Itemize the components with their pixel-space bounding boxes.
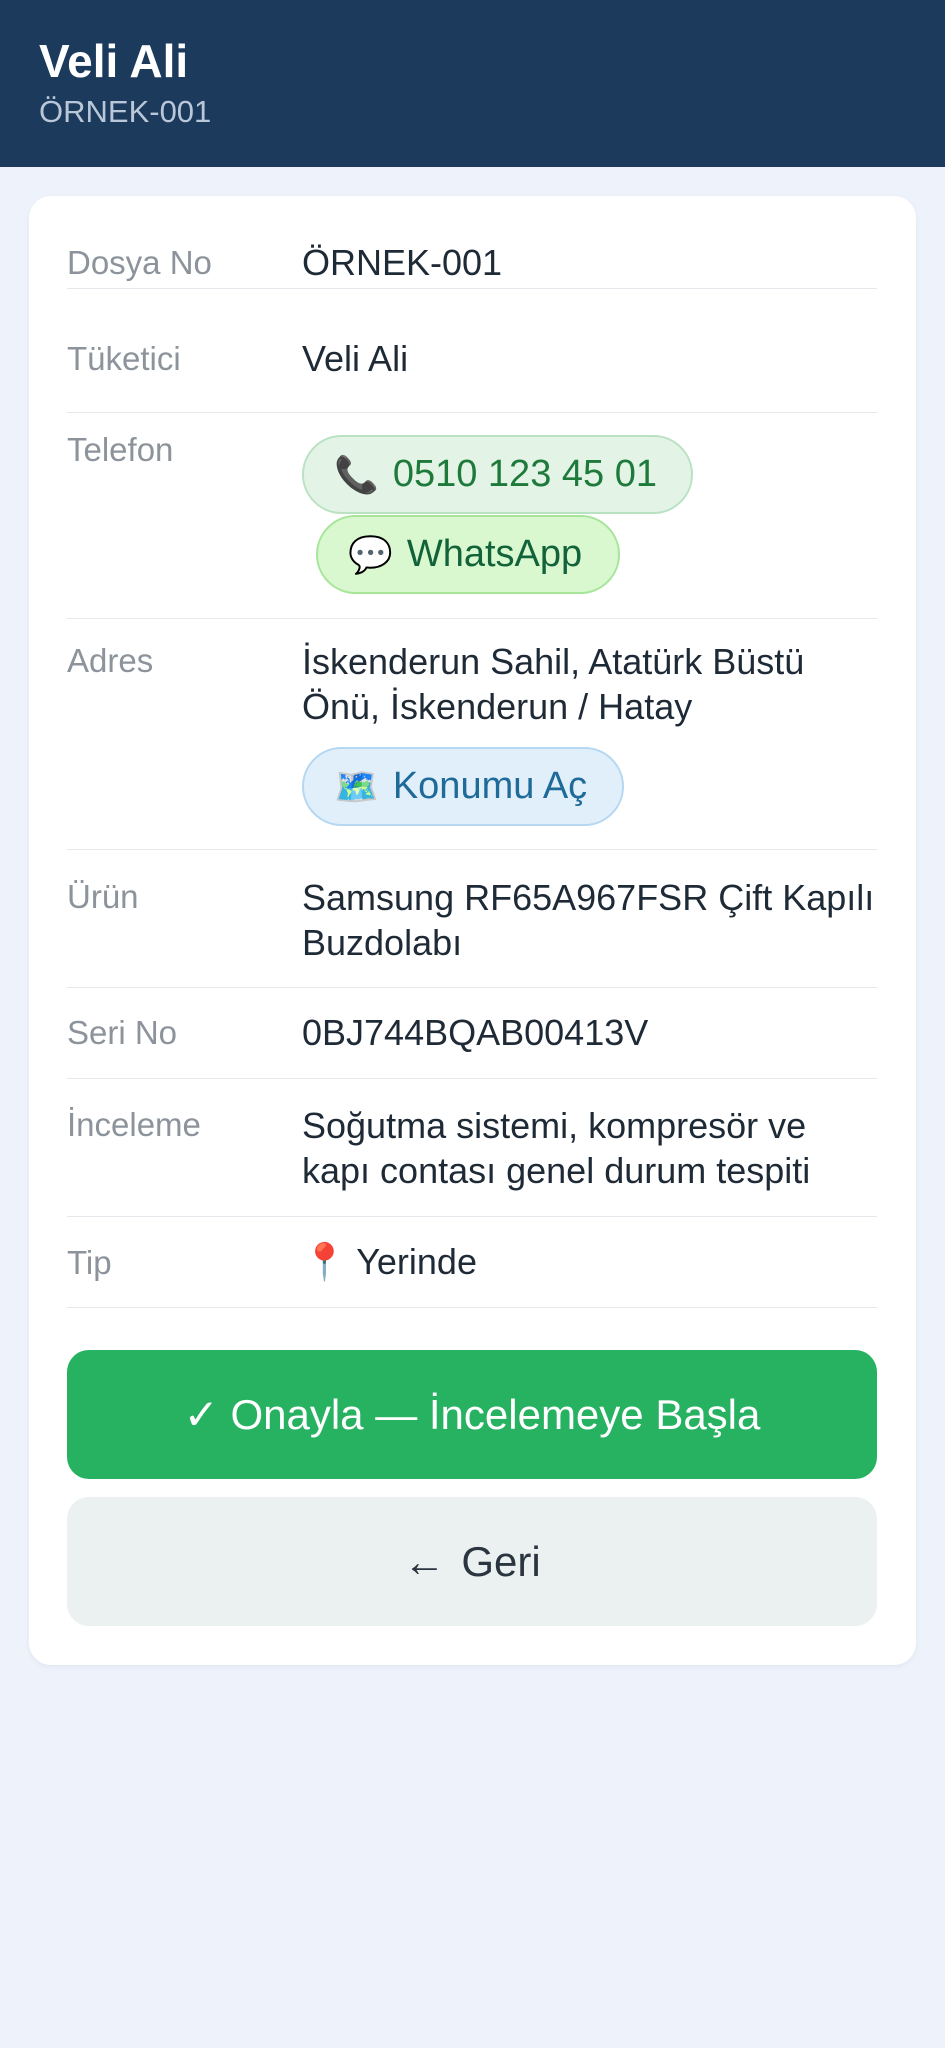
header-title: Veli Ali	[39, 35, 189, 87]
confirm-start-inspection-button[interactable]: ✓ Onayla — İncelemeye Başla	[67, 1350, 877, 1479]
pin-icon: 📍	[302, 1241, 347, 1282]
file-no-label: Dosya No	[67, 244, 212, 281]
back-label: Geri	[461, 1537, 541, 1585]
row-product: Ürün Samsung RF65A967FSR Çift Kapılı Buz…	[67, 851, 877, 988]
customer-value: Veli Ali	[302, 338, 409, 379]
product-value: Samsung RF65A967FSR Çift Kapılı Buzdolab…	[302, 877, 875, 963]
row-serial: Seri No 0BJ744BQAB00413V	[67, 989, 877, 1079]
phone-label: Telefon	[67, 431, 174, 468]
header-subtitle: ÖRNEK-001	[39, 94, 212, 129]
address-label: Adres	[67, 642, 154, 679]
map-icon: 🗺️	[334, 765, 379, 807]
back-button[interactable]: ← Geri	[67, 1497, 877, 1626]
detail-card: Dosya No ÖRNEK-001 Tüketici Veli Ali Tel…	[29, 196, 916, 1665]
row-type: Tip 📍 Yerinde	[67, 1218, 877, 1308]
row-address: Adres İskenderun Sahil, Atatürk Büstü Ön…	[67, 620, 877, 850]
inspection-value: Soğutma sistemi, kompresör ve kapı conta…	[302, 1105, 811, 1191]
type-label: Tip	[67, 1244, 112, 1281]
whatsapp-button[interactable]: 💬 WhatsApp	[316, 515, 620, 594]
product-label: Ürün	[67, 878, 139, 915]
file-no-value: ÖRNEK-001	[302, 242, 503, 283]
call-phone-button[interactable]: 📞 0510 123 45 01	[302, 435, 693, 514]
phone-icon: 📞	[334, 453, 379, 495]
confirm-label: ✓ Onayla — İncelemeye Başla	[183, 1391, 761, 1438]
arrow-left-icon: ←	[403, 1537, 446, 1585]
inspection-label: İnceleme	[67, 1106, 201, 1143]
serial-value: 0BJ744BQAB00413V	[302, 1012, 649, 1053]
open-location-button[interactable]: 🗺️ Konumu Aç	[302, 747, 624, 826]
open-location-label: Konumu Aç	[392, 765, 588, 807]
row-phone: Telefon 📞 0510 123 45 01 💬 WhatsApp	[67, 414, 877, 619]
type-text: Yerinde	[356, 1241, 477, 1282]
row-file-no: Dosya No ÖRNEK-001	[67, 231, 877, 289]
phone-number: 0510 123 45 01	[392, 453, 657, 495]
customer-label: Tüketici	[67, 340, 181, 377]
whatsapp-label: WhatsApp	[406, 533, 583, 575]
row-inspection: İnceleme Soğutma sistemi, kompresör ve k…	[67, 1080, 877, 1217]
speech-bubble-icon: 💬	[348, 533, 393, 575]
serial-label: Seri No	[67, 1014, 178, 1051]
address-value: İskenderun Sahil, Atatürk Büstü Önü, İsk…	[302, 641, 805, 727]
row-customer: Tüketici Veli Ali	[67, 323, 877, 413]
type-value: 📍 Yerinde	[302, 1239, 882, 1284]
app-header: Veli Ali ÖRNEK-001	[0, 0, 945, 167]
